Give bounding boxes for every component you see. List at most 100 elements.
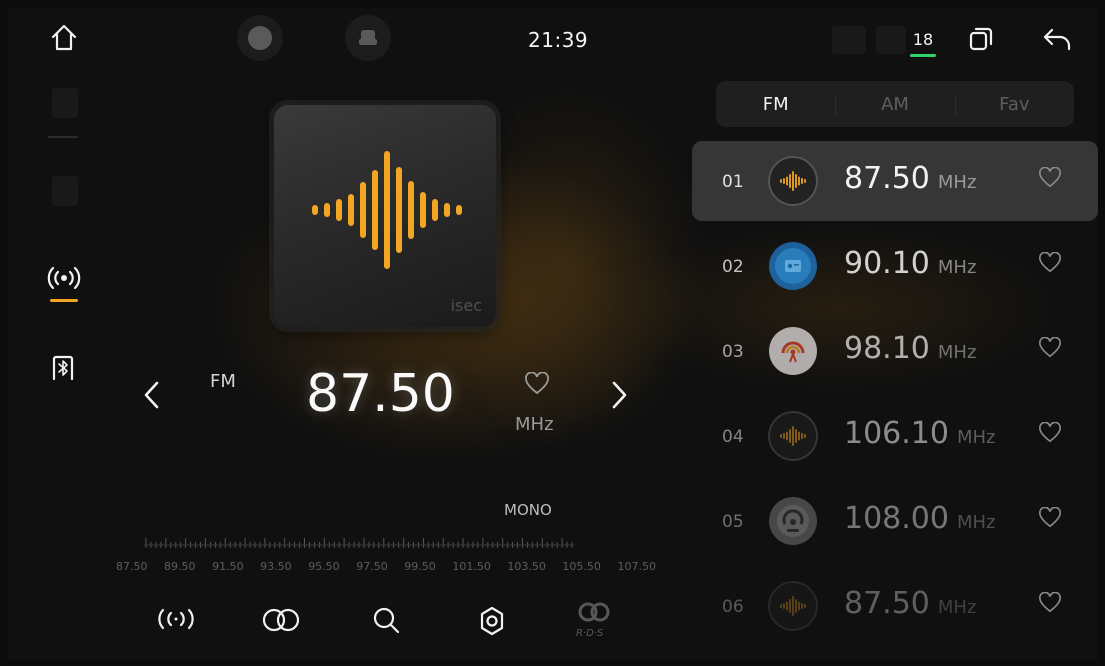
station-frequency-value: 98.10 [844,331,930,366]
station-frequency: 108.00 MHz [844,501,996,536]
window-icon[interactable] [966,24,996,54]
station-unit: MHz [956,427,996,448]
settings-icon [480,606,504,636]
car-icon [357,27,379,49]
heart-icon[interactable] [1038,422,1062,444]
current-frequency: 87.50 [306,364,455,424]
station-frequency-value: 87.50 [844,161,930,196]
station-frequency-value: 108.00 [844,501,949,536]
stereo-button[interactable] [258,606,304,634]
waveform-bar [324,203,330,217]
waveform-bar [408,181,414,239]
scale-label: 87.50 [116,560,148,573]
station-unit: MHz [956,512,996,533]
station-number: 06 [722,597,744,617]
waveform-bar [360,182,366,238]
chevron-right-icon [612,381,627,409]
station-frequency: 106.10 MHz [844,416,996,451]
record-icon [248,26,272,50]
side-nav-radio[interactable] [46,263,82,302]
station-unit: MHz [937,342,977,363]
radio-screen: 21:39 18 isec FM 87.50 MHz MONO 87.50 89… [8,8,1098,660]
waveform-bar [384,151,390,269]
stereo-icon [262,608,300,632]
band-label: FM [210,371,236,392]
home-icon[interactable] [48,22,80,54]
station-row[interactable]: 02 90.10 MHz [692,226,1098,306]
station-number: 04 [722,427,744,447]
waveform-bar [396,167,402,253]
side-nav-bluetooth-music[interactable] [48,353,78,383]
record-button[interactable] [237,15,283,61]
next-station-button[interactable] [606,378,632,412]
scale-label: 107.50 [617,560,656,573]
heart-icon[interactable] [1038,167,1062,189]
search-icon [373,607,400,634]
scale-label: 91.50 [212,560,244,573]
station-logo-icon [768,411,818,461]
waveform-bar [348,194,354,226]
station-logo-icon [768,326,818,376]
station-number: 03 [722,342,744,362]
active-indicator [50,299,78,302]
search-button[interactable] [370,604,402,636]
station-row[interactable]: 03 98.10 MHz [692,311,1098,391]
tab-am[interactable]: AM [835,94,954,116]
bluetooth-icon [832,26,866,54]
station-row[interactable]: 06 87.50 MHz [692,566,1098,646]
station-frequency: 90.10 MHz [844,246,976,281]
settings-button[interactable] [476,605,508,637]
station-unit: MHz [937,257,977,278]
radio-icon [46,263,82,293]
scale-label: 101.50 [452,560,491,573]
tuning-scale[interactable] [144,536,574,550]
station-row[interactable]: 01 87.50 MHz [692,141,1098,221]
signal-indicator [876,26,906,54]
side-nav-placeholder-2 [52,176,78,206]
waveform-bar [456,205,462,215]
station-unit: MHz [937,597,977,618]
waveform-bar [432,199,438,221]
heart-icon[interactable] [1038,592,1062,614]
scale-label: 89.50 [164,560,196,573]
waveform-bar [336,199,342,221]
scale-label: 97.50 [356,560,388,573]
bluetooth-music-icon [48,353,78,383]
rds-icon: R·D·S [576,602,610,639]
station-row[interactable]: 04 106.10 MHz [692,396,1098,476]
station-unit: MHz [937,172,977,193]
scale-labels: 87.50 89.50 91.50 93.50 95.50 97.50 99.5… [116,560,656,573]
side-nav-placeholder [52,88,78,118]
waveform-bar [372,170,378,250]
back-icon[interactable] [1040,24,1074,54]
scan-icon [158,608,194,630]
rds-button[interactable]: R·D·S [572,600,616,640]
tab-fav[interactable]: Fav [954,94,1074,116]
station-number: 05 [722,512,744,532]
svg-text:R·D·S: R·D·S [576,628,604,639]
station-number: 01 [722,172,744,192]
station-frequency-value: 90.10 [844,246,930,281]
scale-label: 99.50 [404,560,436,573]
prev-station-button[interactable] [139,378,165,412]
waveform-bar [420,192,426,228]
station-row[interactable]: 05 108.00 MHz [692,481,1098,561]
frequency-unit: MHz [515,414,554,435]
scale-label: 105.50 [562,560,601,573]
station-frequency: 87.50 MHz [844,586,976,621]
tab-fm[interactable]: FM [716,94,835,115]
heart-icon[interactable] [1038,252,1062,274]
waveform-bar [312,205,318,215]
temperature-value: 18 [912,30,934,49]
car-button[interactable] [345,15,391,61]
heart-icon[interactable] [1038,337,1062,359]
album-art: isec [274,105,496,327]
heart-icon[interactable] [1038,507,1062,529]
station-number: 02 [722,257,744,277]
station-frequency-value: 106.10 [844,416,949,451]
favorite-button[interactable] [524,372,550,396]
scan-button[interactable] [151,604,201,634]
scale-label: 95.50 [308,560,340,573]
scale-label: 103.50 [507,560,546,573]
scale-label: 93.50 [260,560,292,573]
